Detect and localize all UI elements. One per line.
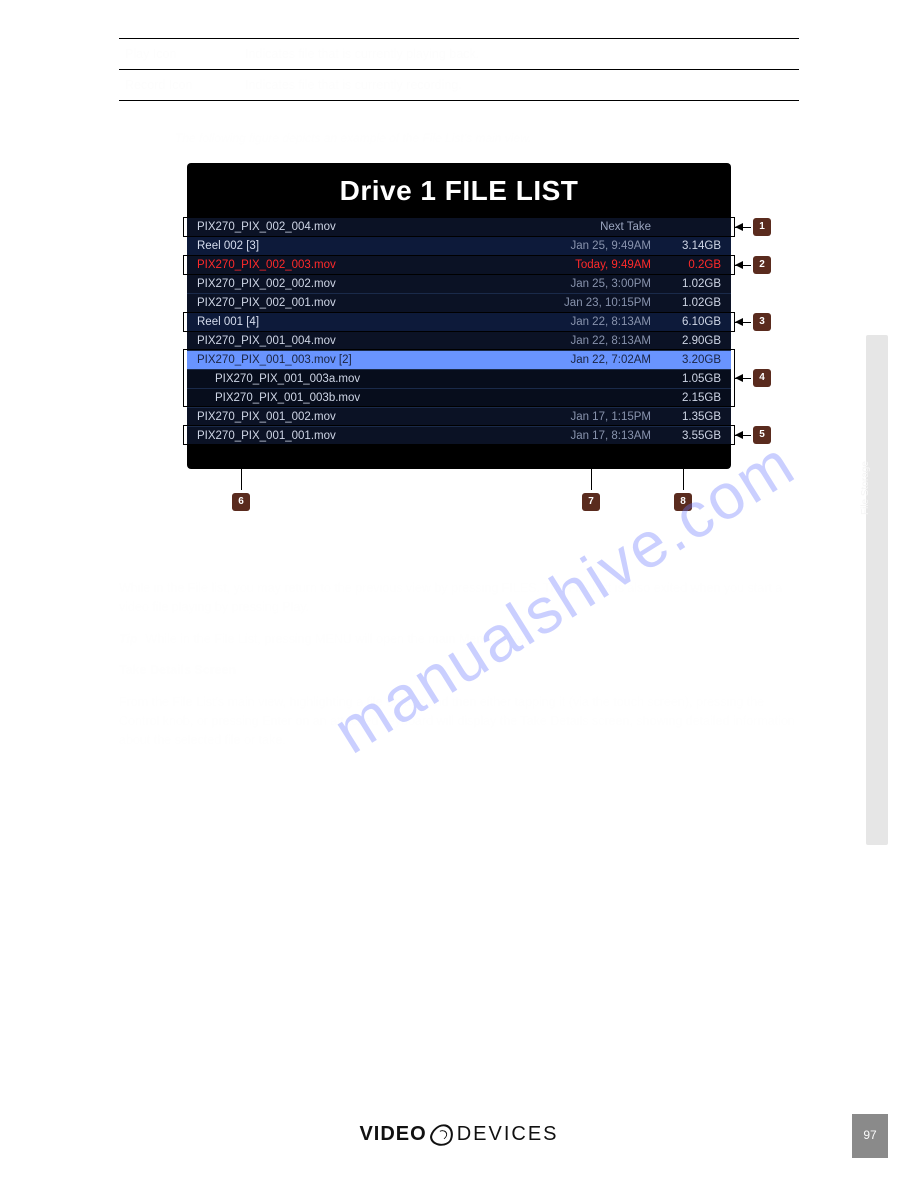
file-name: PIX270_PIX_002_001.mov: [197, 297, 543, 309]
tbl-key: Record Icon: [119, 70, 239, 101]
paragraph: While in the File list, you may return t…: [119, 579, 799, 618]
file-row[interactable]: PIX270_PIX_002_004.movNext Take: [187, 217, 731, 236]
file-row[interactable]: PIX270_PIX_002_003.movToday, 9:49AM0.2GB: [187, 255, 731, 274]
body-text: While in the File list, you may return t…: [119, 579, 799, 751]
page-number: 97: [852, 1114, 888, 1142]
callout-marker: 6: [232, 493, 250, 511]
file-name: PIX270_PIX_001_003a.mov: [215, 373, 543, 385]
device-screen: Drive 1 FILE LIST PIX270_PIX_002_004.mov…: [187, 163, 731, 469]
side-tab: File Storage: [866, 335, 888, 845]
file-size: 3.55GB: [651, 430, 721, 442]
tip-text-rest: MENU will open the main Menu screen.: [315, 632, 535, 646]
screen-title: Drive 1 FILE LIST: [187, 163, 731, 217]
file-size: 3.20GB: [651, 354, 721, 366]
file-size: 3.14GB: [651, 240, 721, 252]
file-name: Reel 001 [4]: [197, 316, 543, 328]
callout-marker: 7: [582, 493, 600, 511]
brand-text-b: DEVICES: [457, 1123, 559, 1146]
file-name: PIX270_PIX_001_003b.mov: [215, 392, 543, 404]
file-row[interactable]: Reel 002 [3]Jan 25, 9:49AM3.14GB: [187, 236, 731, 255]
file-size: 1.05GB: [651, 373, 721, 385]
file-row[interactable]: PIX270_PIX_002_002.movJan 25, 3:00PM1.02…: [187, 274, 731, 293]
tip-label: Tip: [119, 630, 138, 649]
file-size: 1.02GB: [651, 297, 721, 309]
file-row[interactable]: PIX270_PIX_001_004.movJan 22, 8:13AM2.90…: [187, 331, 731, 350]
file-size: 0.2GB: [651, 259, 721, 271]
file-row[interactable]: PIX270_PIX_001_003.mov [2]Jan 22, 7:02AM…: [187, 350, 731, 369]
callout-marker: 4: [753, 369, 771, 387]
file-date: Jan 22, 8:13AM: [543, 316, 651, 328]
file-size: 2.15GB: [651, 392, 721, 404]
page-footer: VIDEO DEVICES: [0, 1123, 918, 1146]
file-size: 2.90GB: [651, 335, 721, 347]
file-size: 6.10GB: [651, 316, 721, 328]
tbl-key: Play Icon: [119, 39, 239, 70]
paragraph: From the File List's main view, highligh…: [119, 693, 799, 751]
file-list-figure: Drive 1 FILE LIST PIX270_PIX_002_004.mov…: [153, 163, 765, 469]
callout-marker: 5: [753, 426, 771, 444]
file-date: Jan 25, 9:49AM: [543, 240, 651, 252]
file-row[interactable]: PIX270_PIX_001_002.movJan 17, 1:15PM1.35…: [187, 407, 731, 426]
file-row[interactable]: Reel 001 [4]Jan 22, 8:13AM6.10GB: [187, 312, 731, 331]
file-name: Reel 002 [3]: [197, 240, 543, 252]
file-row[interactable]: PIX270_PIX_001_003a.mov 1.05GB: [187, 369, 731, 388]
file-date: Jan 17, 1:15PM: [543, 411, 651, 423]
file-name: PIX270_PIX_002_002.mov: [197, 278, 543, 290]
brand-text-a: VIDEO: [359, 1123, 426, 1146]
file-date: Today, 9:49AM: [543, 259, 651, 271]
file-date: Jan 17, 8:13AM: [543, 430, 651, 442]
file-name: PIX270_PIX_001_002.mov: [197, 411, 543, 423]
file-rows-container: PIX270_PIX_002_004.movNext TakeReel 002 …: [187, 217, 731, 445]
callout-marker: 3: [753, 313, 771, 331]
file-row[interactable]: PIX270_PIX_001_003b.mov 2.15GB: [187, 388, 731, 407]
file-date: Jan 22, 8:13AM: [543, 335, 651, 347]
file-size: 1.02GB: [651, 278, 721, 290]
tip-paragraph: Tip While in the File List, pressing MEN…: [119, 630, 799, 649]
figure-caption: The following figure depicts an example …: [175, 131, 858, 145]
file-date: Jan 23, 10:15PM: [543, 297, 651, 309]
icon-description-table: Play Icon Indicates file that is current…: [119, 38, 799, 101]
file-row[interactable]: PIX270_PIX_002_001.movJan 23, 10:15PM1.0…: [187, 293, 731, 312]
tbl-val: Indicates file that is currently recordi…: [239, 70, 799, 101]
file-row[interactable]: PIX270_PIX_001_001.movJan 17, 8:13AM3.55…: [187, 426, 731, 445]
swirl-icon: [427, 1122, 456, 1147]
file-date: Next Take: [543, 221, 651, 233]
section-heading: Take Details Screen: [119, 661, 799, 680]
arrow-up-icon: [591, 448, 592, 490]
file-size: 1.35GB: [651, 411, 721, 423]
tbl-val: Indicates file that is currently playing…: [239, 39, 799, 70]
file-name: PIX270_PIX_002_004.mov: [197, 221, 543, 233]
brand-logo: VIDEO DEVICES: [359, 1123, 558, 1146]
callout-marker: 8: [674, 493, 692, 511]
arrow-up-icon: [241, 448, 242, 490]
page-number-tab: 97: [852, 1114, 888, 1158]
tip-text-lead: While in the File List, pressing: [146, 632, 312, 646]
file-date: Jan 25, 3:00PM: [543, 278, 651, 290]
file-date: Jan 22, 7:02AM: [543, 354, 651, 366]
arrow-up-icon: [683, 448, 684, 490]
file-name: PIX270_PIX_001_004.mov: [197, 335, 543, 347]
file-name: PIX270_PIX_001_003.mov [2]: [197, 354, 543, 366]
callout-marker: 2: [753, 256, 771, 274]
callout-marker: 1: [753, 218, 771, 236]
side-tab-label: File Storage: [860, 461, 871, 515]
file-name: PIX270_PIX_002_003.mov: [197, 259, 543, 271]
file-name: PIX270_PIX_001_001.mov: [197, 430, 543, 442]
